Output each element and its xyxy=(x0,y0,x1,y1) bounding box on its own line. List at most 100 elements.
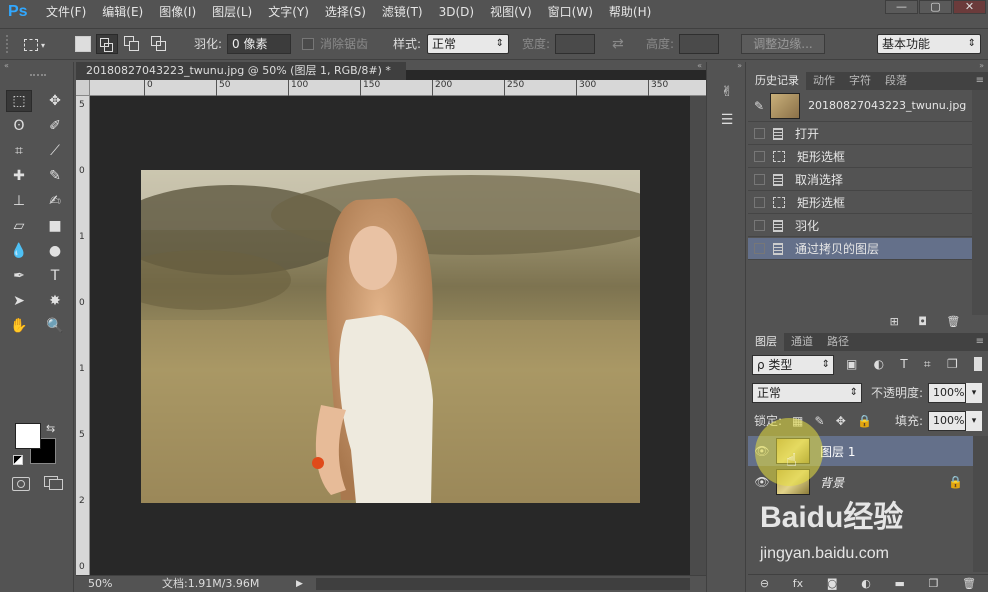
dodge-tool-icon[interactable]: ● xyxy=(42,240,68,262)
history-checkbox[interactable] xyxy=(754,220,765,231)
tab-character[interactable]: 字符 xyxy=(842,72,878,90)
menu-item[interactable]: 图像(I) xyxy=(151,0,204,24)
ruler-origin[interactable] xyxy=(76,80,90,96)
history-item[interactable]: 矩形选框 xyxy=(748,146,972,168)
history-item[interactable]: 通过拷贝的图层 xyxy=(748,238,972,260)
antialias-checkbox[interactable] xyxy=(302,38,314,50)
quick-select-tool-icon[interactable]: ✐ xyxy=(42,115,68,137)
type-filter-icon[interactable]: T xyxy=(900,357,907,372)
history-brush-tool-icon[interactable]: ✍ xyxy=(42,190,68,212)
layer-filter-select[interactable]: ρ 类型 ⇕ xyxy=(752,355,834,375)
lock-all-icon[interactable]: 🔒 xyxy=(857,414,872,428)
layer-name[interactable]: 背景 xyxy=(820,474,844,491)
image-filter-icon[interactable]: ▣ xyxy=(846,357,857,372)
menu-item[interactable]: 滤镜(T) xyxy=(374,0,431,24)
minimize-button[interactable]: — xyxy=(885,0,918,14)
new-document-icon[interactable]: ⊞ xyxy=(890,315,899,331)
layers-scrollbar[interactable] xyxy=(973,436,988,572)
tab-actions[interactable]: 动作 xyxy=(806,72,842,90)
horizontal-scrollbar[interactable] xyxy=(316,578,690,590)
layer-name[interactable]: 图层 1 xyxy=(820,443,855,460)
pen-tool-icon[interactable]: ✒ xyxy=(6,265,32,287)
ruler-vertical[interactable]: 5 0 1 0 1 5 2 0 xyxy=(76,96,90,576)
tab-history[interactable]: 历史记录 xyxy=(748,72,806,90)
hand-tool-icon[interactable]: ✋ xyxy=(6,315,32,337)
ruler-horizontal[interactable]: 0 50 100 150 200 250 300 350 xyxy=(76,80,706,96)
lock-move-icon[interactable]: ✥ xyxy=(836,414,846,428)
history-checkbox[interactable] xyxy=(754,174,765,185)
lock-icon[interactable]: 🔒 xyxy=(948,475,963,489)
menu-item[interactable]: 帮助(H) xyxy=(601,0,659,24)
zoom-tool-icon[interactable]: 🔍 xyxy=(42,315,68,337)
menu-item[interactable]: 编辑(E) xyxy=(94,0,151,24)
camera-icon[interactable]: ◘ xyxy=(918,315,927,331)
lasso-tool-icon[interactable]: ʘ xyxy=(6,115,32,137)
tab-paragraph[interactable]: 段落 xyxy=(878,72,914,90)
adjustment-layer-icon[interactable]: ◐ xyxy=(861,577,871,590)
refine-edge-button[interactable]: 调整边缘... xyxy=(741,34,825,54)
smart-object-filter-icon[interactable]: ❐ xyxy=(947,357,958,372)
clone-stamp-tool-icon[interactable]: ⊥ xyxy=(6,190,32,212)
eyedropper-tool-icon[interactable]: ⟋ xyxy=(42,140,68,162)
tab-channels[interactable]: 通道 xyxy=(784,333,820,351)
maximize-button[interactable]: ▢ xyxy=(919,0,952,14)
lock-paint-icon[interactable]: ✎ xyxy=(815,414,825,428)
history-item[interactable]: 羽化 xyxy=(748,215,972,237)
group-folder-icon[interactable]: ▬ xyxy=(895,577,905,590)
move-tool-icon[interactable]: ✥ xyxy=(42,90,68,112)
document-tab[interactable]: 20180827043223_twunu.jpg @ 50% (图层 1, RG… xyxy=(76,62,406,95)
shape-tool-icon[interactable]: ✸ xyxy=(42,290,68,312)
subtract-selection-icon[interactable] xyxy=(124,36,140,52)
type-tool-icon[interactable]: T xyxy=(42,265,68,287)
height-input[interactable] xyxy=(679,34,719,54)
marquee-preset-picker[interactable]: ▾ xyxy=(24,35,46,55)
menu-item[interactable]: 视图(V) xyxy=(482,0,540,24)
canvas-image[interactable] xyxy=(141,170,640,503)
eraser-tool-icon[interactable]: ▱ xyxy=(6,215,32,237)
menu-item[interactable]: 图层(L) xyxy=(204,0,260,24)
history-checkbox[interactable] xyxy=(754,128,765,139)
width-input[interactable] xyxy=(555,34,595,54)
intersect-selection-icon[interactable] xyxy=(151,36,167,52)
history-checkbox[interactable] xyxy=(754,243,765,254)
panel-menu-icon[interactable]: ≡ xyxy=(976,72,988,90)
add-selection-icon[interactable] xyxy=(96,34,118,54)
menu-item[interactable]: 文字(Y) xyxy=(260,0,317,24)
link-layers-icon[interactable]: ⊖ xyxy=(760,577,769,590)
opacity-dropdown[interactable]: ▾ xyxy=(966,383,982,403)
history-snapshot[interactable]: ✎ 20180827043223_twunu.jpg xyxy=(748,90,972,122)
blur-tool-icon[interactable]: 💧 xyxy=(6,240,32,262)
swap-icon[interactable]: ⇄ xyxy=(612,34,624,54)
trash-icon[interactable]: 🗑 xyxy=(962,577,976,590)
vertical-scrollbar[interactable] xyxy=(690,96,706,575)
default-colors-icon[interactable] xyxy=(13,455,23,465)
brush-tool-icon[interactable]: ✎ xyxy=(42,165,68,187)
close-button[interactable]: ✕ xyxy=(953,0,986,14)
add-mask-icon[interactable]: ◙ xyxy=(827,577,838,590)
expand-icon[interactable]: » xyxy=(707,62,745,70)
style-select[interactable]: 正常 ⇕ xyxy=(427,34,509,54)
history-scrollbar[interactable] xyxy=(972,90,988,315)
adjust-icon[interactable]: ☰ xyxy=(717,112,737,132)
trash-icon[interactable]: 🗑 xyxy=(946,315,960,331)
collapse-icon[interactable]: » xyxy=(748,62,988,70)
screen-mode-icon[interactable] xyxy=(44,476,64,492)
swap-colors-icon[interactable]: ⇆ xyxy=(46,422,55,435)
opacity-input[interactable]: 100% xyxy=(928,383,966,403)
history-brush-icon[interactable]: ✌ xyxy=(717,84,737,104)
fill-input[interactable]: 100% xyxy=(928,411,966,431)
crop-tool-icon[interactable]: ⌗ xyxy=(6,140,32,162)
history-item[interactable]: 打开 xyxy=(748,123,972,145)
fill-dropdown[interactable]: ▾ xyxy=(966,411,982,431)
play-icon[interactable]: ▶ xyxy=(296,576,303,592)
fx-icon[interactable]: fx xyxy=(793,577,803,590)
new-selection-icon[interactable] xyxy=(75,36,91,52)
history-checkbox[interactable] xyxy=(754,197,765,208)
filter-toggle[interactable] xyxy=(973,357,982,371)
history-item[interactable]: 取消选择 xyxy=(748,169,972,191)
zoom-level[interactable]: 50% xyxy=(88,576,112,592)
path-select-tool-icon[interactable]: ➤ xyxy=(6,290,32,312)
history-item[interactable]: 矩形选框 xyxy=(748,192,972,214)
collapse-icon[interactable]: « xyxy=(4,62,70,70)
tab-layers[interactable]: 图层 xyxy=(748,333,784,351)
